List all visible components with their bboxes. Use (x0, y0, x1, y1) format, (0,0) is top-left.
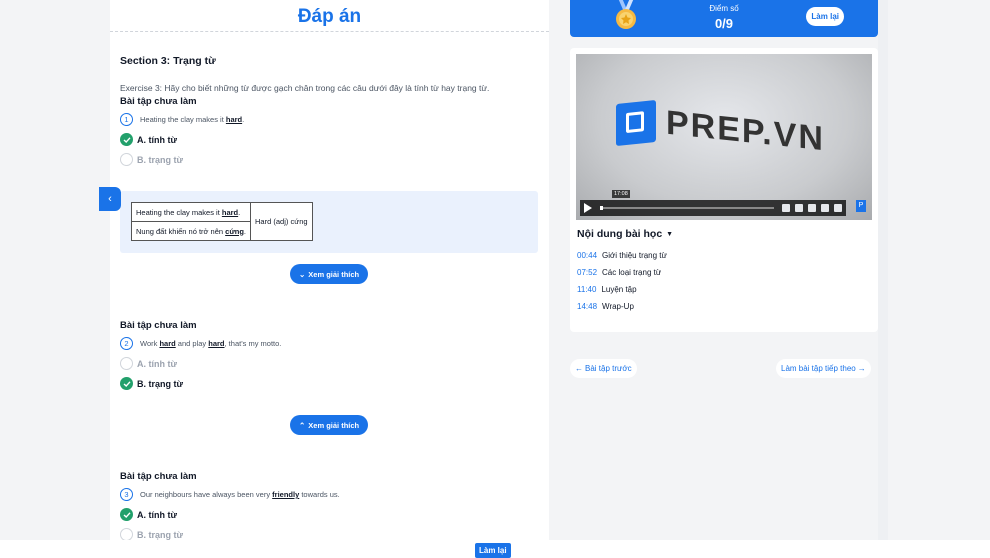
check-icon (120, 508, 133, 521)
option-b[interactable]: B. trạng từ (120, 528, 540, 540)
radio-empty-icon (120, 153, 133, 166)
option-a[interactable]: A. tính từ (120, 133, 540, 146)
answer-panel: Đáp án Section 3: Trạng từ Exercise 3: H… (110, 0, 549, 540)
explanation-definition: Hard (adj) cứng (250, 202, 313, 241)
option-a[interactable]: A. tính từ (120, 357, 540, 370)
question-number: 2 (120, 337, 133, 350)
section-title: Section 3: Trạng từ (120, 55, 216, 67)
chevron-up-icon: ⌃ (299, 420, 306, 430)
option-a[interactable]: A. tính từ (120, 508, 540, 521)
prep-small-logo-icon: P (856, 200, 866, 212)
check-icon (120, 133, 133, 146)
question-status: Bài tập chưa làm (120, 96, 197, 107)
answer-title: Đáp án (110, 0, 549, 32)
question-status: Bài tập chưa làm (120, 320, 197, 331)
bottom-retry-button[interactable]: Làm lại (475, 543, 511, 558)
option-b[interactable]: B. trạng từ (120, 377, 540, 390)
arrow-left-icon: ← (575, 364, 583, 373)
video-time-tooltip: 17:08 (612, 190, 630, 198)
lesson-item[interactable]: 11:40 Luyện tập (577, 281, 667, 298)
exercise-instruction: Exercise 3: Hãy cho biết những từ được g… (120, 83, 490, 93)
explain-button-1[interactable]: ⌄ Xem giải thích (290, 264, 369, 284)
play-icon[interactable] (584, 203, 592, 213)
question-3: Bài tập chưa làm 3 Our neighbours have a… (120, 471, 540, 540)
video-controls (580, 200, 846, 216)
collapse-panel-button[interactable]: ‹ (99, 187, 121, 211)
lesson-item[interactable]: 14:48 Wrap-Up (577, 298, 667, 315)
explanation-sentence-vi: Nung đất khiến nó trở nên cứng. (130, 221, 252, 241)
lesson-list: 00:44 Giới thiệu trạng từ 07:52 Các loại t… (577, 247, 667, 315)
lesson-content-toggle[interactable]: Nội dung bài học ▼ (577, 228, 673, 240)
video-brand-text: PREP.VN (666, 103, 825, 159)
score-bar: Điểm số 0/9 Làm lại (570, 0, 878, 37)
question-text: Our neighbours have always been very fri… (140, 490, 340, 499)
check-icon (120, 377, 133, 390)
explanation-box: Heating the clay makes it hard. Hard (ad… (120, 191, 538, 253)
page-edge (878, 0, 888, 540)
arrow-right-icon: → (857, 364, 866, 373)
explanation-sentence-en: Heating the clay makes it hard. (130, 202, 252, 222)
radio-empty-icon (120, 357, 133, 370)
question-number: 1 (120, 113, 133, 126)
question-status: Bài tập chưa làm (120, 471, 197, 482)
lesson-item[interactable]: 07:52 Các loại trạng từ (577, 264, 667, 281)
score-retry-button[interactable]: Làm lại (806, 7, 844, 26)
prev-exercise-button[interactable]: ← Bài tập trước (570, 359, 637, 378)
video-progress-track[interactable] (600, 206, 774, 210)
settings-icon[interactable] (808, 204, 816, 212)
question-text: Heating the clay makes it hard. (140, 115, 245, 124)
explain-button-2[interactable]: ⌃ Xem giải thích (290, 415, 369, 435)
question-1: Bài tập chưa làm 1 Heating the clay make… (120, 96, 540, 166)
bottom-bar: Làm lại (0, 540, 990, 558)
radio-empty-icon (120, 528, 133, 540)
lesson-item[interactable]: 00:44 Giới thiệu trạng từ (577, 247, 667, 264)
volume-icon[interactable] (782, 204, 790, 212)
captions-icon[interactable] (795, 204, 803, 212)
video-card: PREP.VN 17:08 P Nội dung bài học ▼ 00:44… (570, 48, 878, 332)
next-exercise-button[interactable]: Làm bài tập tiếp theo → (776, 359, 871, 378)
explanation-table: Heating the clay makes it hard. Hard (ad… (130, 202, 313, 241)
caret-down-icon: ▼ (666, 230, 674, 238)
question-text: Work hard and play hard, that's my motto… (140, 339, 282, 348)
option-b[interactable]: B. trạng từ (120, 153, 540, 166)
question-2: Bài tập chưa làm 2 Work hard and play ha… (120, 320, 540, 390)
video-player[interactable]: PREP.VN 17:08 P (576, 54, 872, 220)
chevron-down-icon: ⌄ (299, 269, 306, 279)
fullscreen-icon[interactable] (834, 204, 842, 212)
chevron-left-icon: ‹ (108, 193, 112, 205)
question-number: 3 (120, 488, 133, 501)
pip-icon[interactable] (821, 204, 829, 212)
prep-logo-icon (616, 99, 656, 147)
